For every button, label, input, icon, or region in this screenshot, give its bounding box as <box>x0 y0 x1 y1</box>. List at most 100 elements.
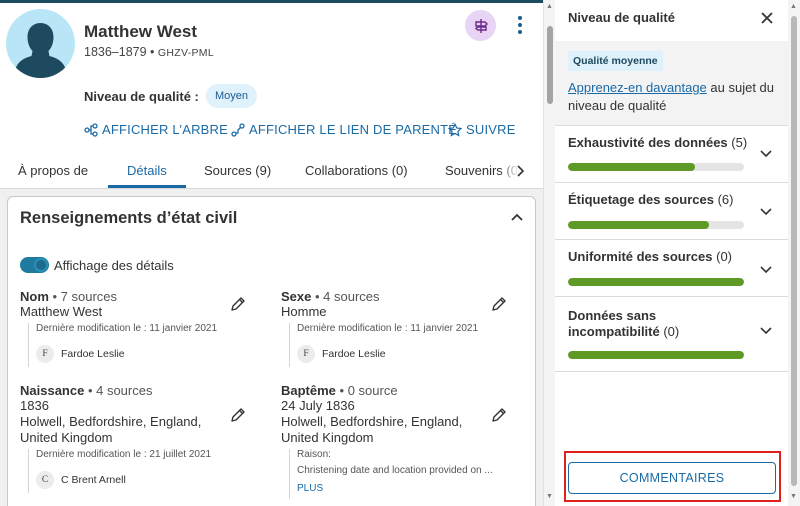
scroll-down-arrow-icon[interactable]: ▼ <box>790 493 797 500</box>
fact-value-country: United Kingdom <box>281 430 374 445</box>
criterion-source-tagging[interactable]: Étiquetage des sources (6) <box>555 182 788 239</box>
fact-value: Homme <box>281 304 327 319</box>
contributor-name: C Brent Arnell <box>61 474 126 486</box>
panel-title: Niveau de qualité <box>568 10 675 25</box>
criterion-title: Uniformité des sources (0) <box>568 249 732 264</box>
contributor-name: Fardoe Leslie <box>322 348 386 360</box>
contributor[interactable]: C C Brent Arnell <box>36 471 211 489</box>
scroll-up-arrow-icon[interactable]: ▲ <box>790 3 797 10</box>
contributor-initial: F <box>36 345 54 363</box>
fact-label: Baptême • 0 source <box>281 383 398 398</box>
details-toggle[interactable] <box>20 257 49 273</box>
signpost-icon <box>474 18 488 33</box>
feedback-button[interactable]: COMMENTAIRES <box>568 462 776 494</box>
fact-label: Nom • 7 sources <box>20 289 118 304</box>
follow-button[interactable]: SUIVRE <box>448 122 516 137</box>
fact-reason: Raison: Christening date and location pr… <box>289 449 521 499</box>
right-scrollbar[interactable]: ▲ ▼ <box>788 0 800 506</box>
vitals-card: Renseignements d’état civil Affichage de… <box>7 196 536 506</box>
quality-badge: Qualité moyenne <box>568 51 663 71</box>
person-name: Matthew West <box>84 22 198 41</box>
fact-modified: Dernière modification le : 11 janvier 20… <box>28 323 217 367</box>
scroll-down-arrow-icon[interactable]: ▼ <box>546 493 553 500</box>
lifespan: 1836–1879 <box>84 45 147 59</box>
fact-christening: Baptême • 0 source 24 July 1836 Holwell,… <box>281 383 511 499</box>
view-tree-button[interactable]: AFFICHER L’ARBRE <box>84 122 228 137</box>
fact-value-place: Holwell, Bedfordshire, England, <box>20 414 202 429</box>
criterion-title: Données sans incompatibilité (0) <box>568 308 680 339</box>
chevron-down-icon[interactable] <box>760 327 772 335</box>
criterion-progress <box>568 278 744 286</box>
quality-label: Niveau de qualité : <box>84 89 199 104</box>
fact-value-date: 24 July 1836 <box>281 398 355 413</box>
divider <box>555 371 788 372</box>
fact-label: Naissance • 4 sources <box>20 383 153 398</box>
contributor-initial: F <box>297 345 315 363</box>
reason-text: Christening date and location provided o… <box>297 465 493 476</box>
criterion-completeness[interactable]: Exhaustivité des données (5) <box>555 125 788 182</box>
tab-sources[interactable]: Sources (9) <box>204 163 271 178</box>
tab-collaborations[interactable]: Collaborations (0) <box>305 163 408 178</box>
learn-more-text: Apprenez-en davantage au sujet du niveau… <box>568 79 783 115</box>
quality-panel: Niveau de qualité Qualité moyenne Appren… <box>555 0 800 506</box>
person-id: GHZV-PML <box>157 47 214 59</box>
modified-date: Dernière modification le : 11 janvier 20… <box>297 323 479 334</box>
fact-label: Sexe • 4 sources <box>281 289 380 304</box>
person-page: Matthew West 1836–1879 • GHZV-PML Niveau… <box>0 0 543 506</box>
criterion-source-consistency[interactable]: Uniformité des sources (0) <box>555 239 788 296</box>
active-tab-indicator <box>108 185 186 188</box>
view-relationship-button[interactable]: AFFICHER LE LIEN DE PARENTÉ <box>231 122 457 137</box>
criterion-title: Exhaustivité des données (5) <box>568 135 748 150</box>
fact-name: Nom • 7 sources Matthew West Dernière mo… <box>20 289 250 367</box>
fact-value-date: 1836 <box>20 398 49 413</box>
close-icon[interactable] <box>760 11 774 25</box>
contributor[interactable]: F Fardoe Leslie <box>36 345 217 363</box>
criterion-progress <box>568 163 744 171</box>
person-silhouette-icon <box>15 23 66 78</box>
chevron-right-icon[interactable] <box>515 164 525 178</box>
tab-about[interactable]: À propos de <box>18 163 88 178</box>
tree-badge-icon[interactable] <box>465 10 496 41</box>
tab-details[interactable]: Détails <box>127 163 167 178</box>
edit-pencil-icon[interactable] <box>230 296 246 312</box>
chevron-down-icon[interactable] <box>760 208 772 216</box>
view-tree-label: AFFICHER L’ARBRE <box>102 122 229 137</box>
fact-modified: Dernière modification le : 11 janvier 20… <box>289 323 478 367</box>
fact-value-place: Holwell, Bedfordshire, England, <box>281 414 463 429</box>
contributor-initial: C <box>36 471 54 489</box>
reason-label: Raison: <box>297 449 331 460</box>
contributor[interactable]: F Fardoe Leslie <box>297 345 478 363</box>
view-relationship-label: AFFICHER LE LIEN DE PARENTÉ <box>249 122 458 137</box>
scrollbar-thumb[interactable] <box>791 16 797 486</box>
fact-sex: Sexe • 4 sources Homme Dernière modifica… <box>281 289 511 367</box>
criterion-no-conflicts[interactable]: Données sans incompatibilité (0) <box>555 296 788 371</box>
top-border <box>0 0 543 3</box>
edit-pencil-icon[interactable] <box>491 296 507 312</box>
more-link[interactable]: PLUS <box>297 483 521 494</box>
chevron-up-icon[interactable] <box>510 211 524 223</box>
edit-pencil-icon[interactable] <box>230 407 246 423</box>
scrollbar-thumb[interactable] <box>547 26 553 104</box>
more-options-icon[interactable] <box>512 14 528 36</box>
chevron-down-icon[interactable] <box>760 266 772 274</box>
modified-date: Dernière modification le : 21 juillet 20… <box>36 449 212 460</box>
criterion-title: Étiquetage des sources (6) <box>568 192 734 207</box>
quality-chip[interactable]: Moyen <box>206 84 258 108</box>
fact-value-country: United Kingdom <box>20 430 113 445</box>
learn-more-link[interactable]: Apprenez-en davantage <box>568 80 707 95</box>
modified-date: Dernière modification le : 11 janvier 20… <box>36 323 218 334</box>
star-icon <box>448 122 462 137</box>
left-scrollbar[interactable]: ▲ ▼ <box>543 0 555 506</box>
edit-pencil-icon[interactable] <box>491 407 507 423</box>
follow-label: SUIVRE <box>466 122 516 137</box>
person-meta: 1836–1879 • GHZV-PML <box>84 45 214 59</box>
fact-modified: Dernière modification le : 21 juillet 20… <box>28 449 211 493</box>
chevron-down-icon[interactable] <box>760 150 772 158</box>
criterion-progress <box>568 351 744 359</box>
scroll-up-arrow-icon[interactable]: ▲ <box>546 3 553 10</box>
card-title: Renseignements d’état civil <box>20 209 238 227</box>
details-toggle-label: Affichage des détails <box>54 258 174 273</box>
tab-bar: À propos de Détails Sources (9) Collabor… <box>0 152 543 189</box>
relationship-icon <box>231 122 245 137</box>
tree-icon <box>84 122 98 137</box>
